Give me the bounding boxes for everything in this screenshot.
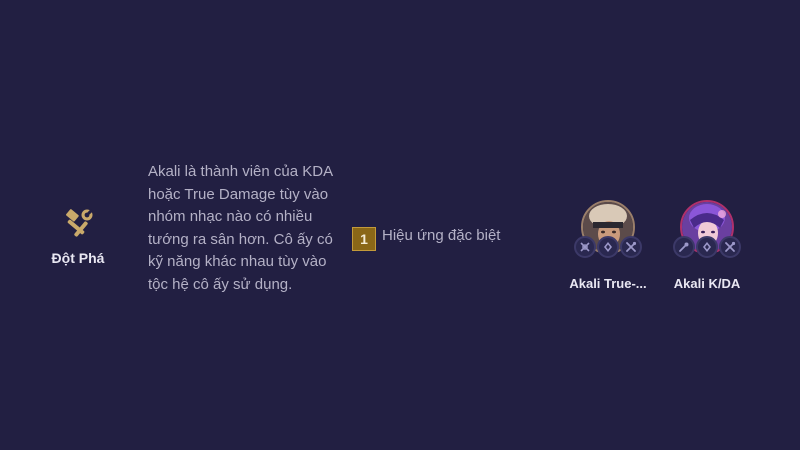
trait-name: Đột Phá <box>51 250 105 266</box>
trait-header[interactable]: Đột Phá <box>40 206 116 266</box>
breakout-trait-icon <box>66 208 94 237</box>
kda-trait-icon <box>673 236 695 258</box>
trait-description: Akali là thành viên của KDA hoặc True Da… <box>148 163 333 293</box>
trait-effect: 1 Hiệu ứng đặc biệt <box>352 227 500 251</box>
trait-row: Đột Phá Akali là thành viên của KDA hoặc… <box>0 0 800 450</box>
breakout-trait-icon <box>620 236 642 258</box>
executioner-trait-icon <box>696 236 718 258</box>
champion-card-akali-kda[interactable]: Akali K/DA <box>662 200 752 291</box>
breakout-trait-icon <box>719 236 741 258</box>
true-damage-trait-icon <box>574 236 596 258</box>
executioner-trait-icon <box>597 236 619 258</box>
champion-trait-icons <box>574 236 642 258</box>
champion-card-akali-true-damage[interactable]: Akali True-... <box>563 200 653 291</box>
tier-badge: 1 <box>352 227 376 251</box>
champion-name: Akali True-... <box>569 276 647 291</box>
champion-trait-icons <box>673 236 741 258</box>
champion-name: Akali K/DA <box>673 276 741 291</box>
effect-label: Hiệu ứng đặc biệt <box>382 227 501 244</box>
